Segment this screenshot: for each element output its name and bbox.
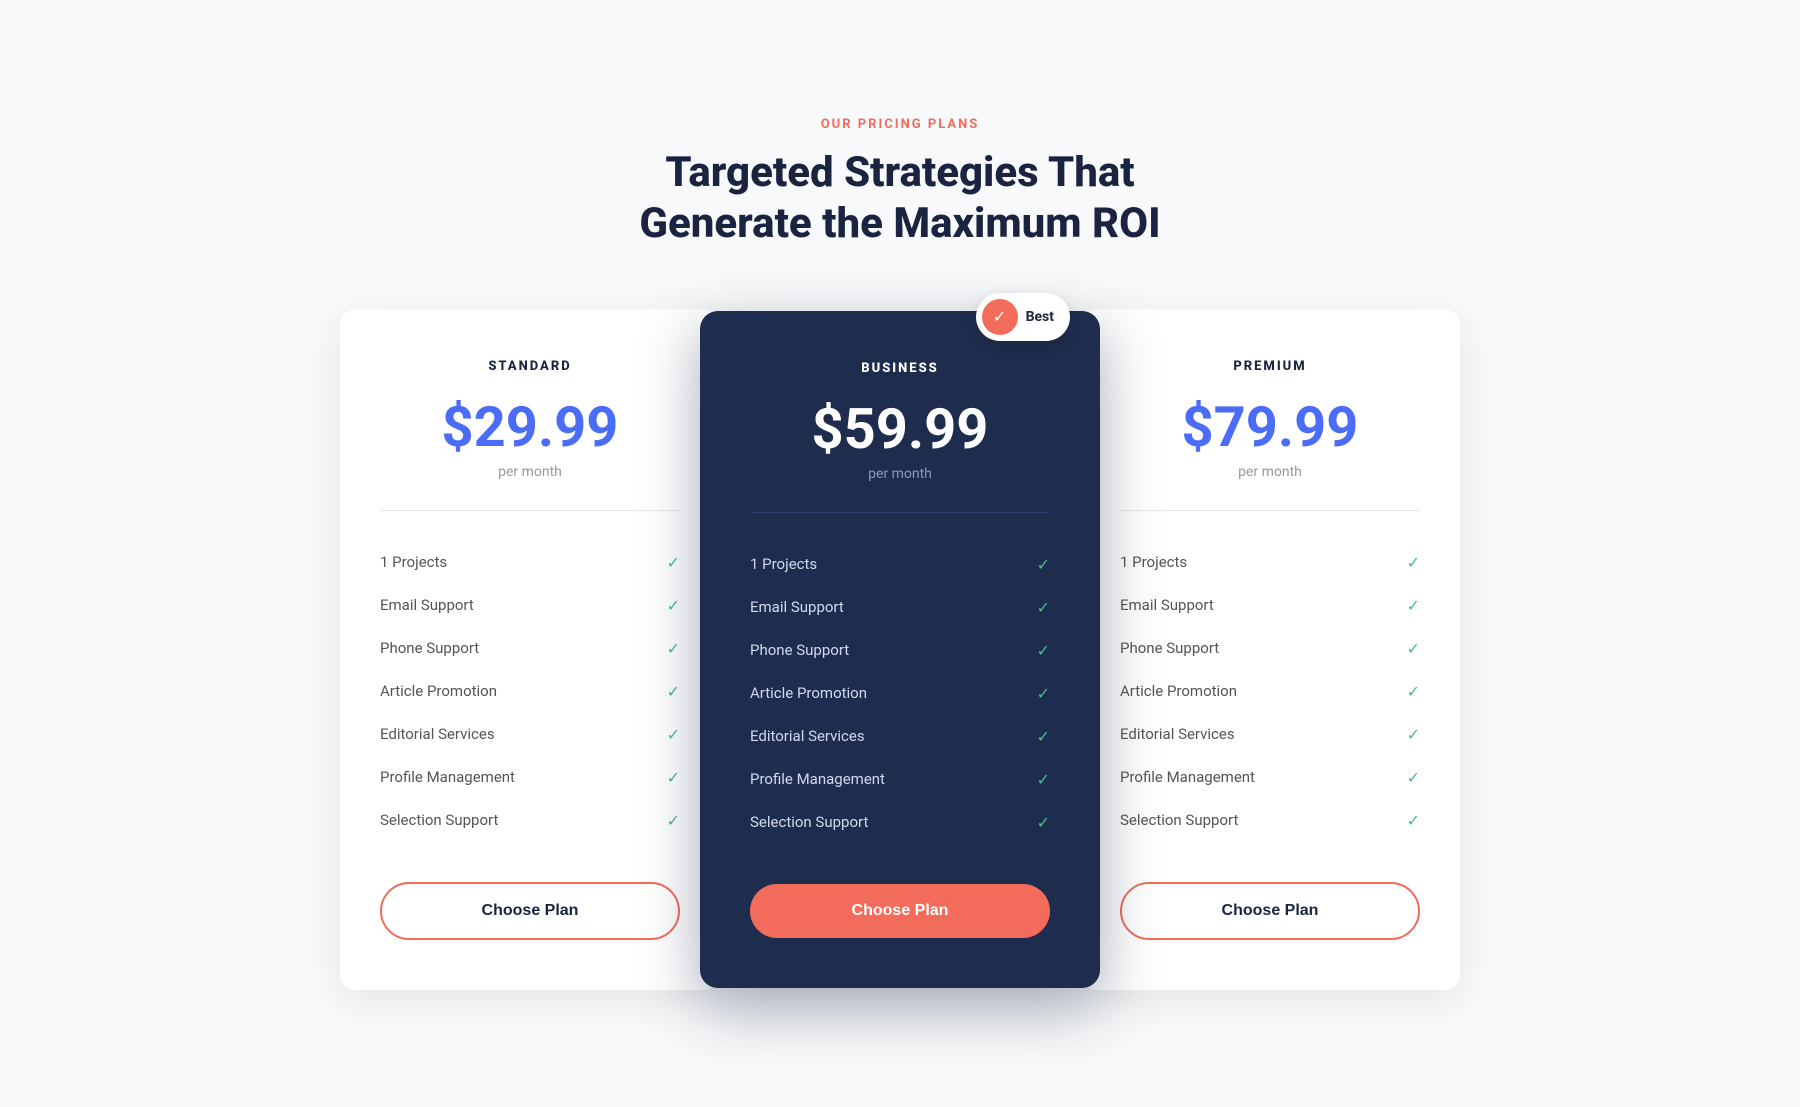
list-item: Profile Management ✓	[1120, 756, 1420, 799]
plan-premium-price: $79.99	[1120, 394, 1420, 460]
plan-business-price: $59.99	[750, 396, 1050, 462]
plan-business-features: 1 Projects ✓ Email Support ✓ Phone Suppo…	[750, 543, 1050, 844]
choose-plan-premium-button[interactable]: Choose Plan	[1120, 882, 1420, 940]
plan-standard-name: STANDARD	[380, 359, 680, 374]
list-item: Article Promotion ✓	[750, 672, 1050, 715]
header-subtitle: OUR PRICING PLANS	[639, 117, 1160, 132]
list-item: Article Promotion ✓	[1120, 670, 1420, 713]
plan-premium-period: per month	[1120, 464, 1420, 480]
check-icon: ✓	[1407, 682, 1420, 701]
list-item: Editorial Services ✓	[750, 715, 1050, 758]
plan-premium: PREMIUM $79.99 per month 1 Projects ✓ Em…	[1080, 309, 1460, 990]
check-icon: ✓	[1037, 727, 1050, 746]
plans-container: STANDARD $29.99 per month 1 Projects ✓ E…	[340, 309, 1460, 990]
list-item: Editorial Services ✓	[380, 713, 680, 756]
list-item: Selection Support ✓	[750, 801, 1050, 844]
check-icon: ✓	[667, 811, 680, 830]
check-icon: ✓	[667, 553, 680, 572]
check-icon: ✓	[667, 596, 680, 615]
list-item: Phone Support ✓	[750, 629, 1050, 672]
check-icon: ✓	[1037, 555, 1050, 574]
list-item: Selection Support ✓	[1120, 799, 1420, 842]
check-icon: ✓	[1407, 596, 1420, 615]
plan-premium-divider	[1120, 510, 1420, 511]
plan-business-divider	[750, 512, 1050, 513]
plan-standard-divider	[380, 510, 680, 511]
list-item: Editorial Services ✓	[1120, 713, 1420, 756]
check-icon: ✓	[1037, 813, 1050, 832]
list-item: Email Support ✓	[750, 586, 1050, 629]
list-item: 1 Projects ✓	[750, 543, 1050, 586]
check-icon: ✓	[1037, 598, 1050, 617]
check-icon: ✓	[667, 682, 680, 701]
best-badge-text: Best	[1026, 309, 1054, 325]
list-item: Selection Support ✓	[380, 799, 680, 842]
choose-plan-standard-button[interactable]: Choose Plan	[380, 882, 680, 940]
best-badge: ✓ Best	[976, 293, 1070, 341]
list-item: Email Support ✓	[1120, 584, 1420, 627]
check-icon: ✓	[667, 639, 680, 658]
page-header: OUR PRICING PLANS Targeted Strategies Th…	[639, 117, 1160, 249]
best-badge-icon: ✓	[982, 299, 1018, 335]
list-item: 1 Projects ✓	[380, 541, 680, 584]
check-icon: ✓	[1037, 641, 1050, 660]
plan-standard-features: 1 Projects ✓ Email Support ✓ Phone Suppo…	[380, 541, 680, 842]
plan-premium-name: PREMIUM	[1120, 359, 1420, 374]
header-title: Targeted Strategies That Generate the Ma…	[639, 148, 1160, 249]
list-item: Phone Support ✓	[380, 627, 680, 670]
plan-standard-price: $29.99	[380, 394, 680, 460]
choose-plan-business-button[interactable]: Choose Plan	[750, 884, 1050, 938]
plan-premium-features: 1 Projects ✓ Email Support ✓ Phone Suppo…	[1120, 541, 1420, 842]
list-item: Profile Management ✓	[750, 758, 1050, 801]
plan-standard-period: per month	[380, 464, 680, 480]
check-icon: ✓	[1407, 639, 1420, 658]
check-icon: ✓	[1407, 725, 1420, 744]
check-icon: ✓	[1407, 768, 1420, 787]
list-item: Profile Management ✓	[380, 756, 680, 799]
check-icon: ✓	[1037, 770, 1050, 789]
check-icon: ✓	[1407, 811, 1420, 830]
plan-business: ✓ Best BUSINESS $59.99 per month 1 Proje…	[700, 311, 1100, 988]
list-item: Article Promotion ✓	[380, 670, 680, 713]
list-item: Phone Support ✓	[1120, 627, 1420, 670]
list-item: 1 Projects ✓	[1120, 541, 1420, 584]
plan-standard: STANDARD $29.99 per month 1 Projects ✓ E…	[340, 309, 720, 990]
check-icon: ✓	[1037, 684, 1050, 703]
check-icon: ✓	[1407, 553, 1420, 572]
plan-business-period: per month	[750, 466, 1050, 482]
plan-business-name: BUSINESS	[750, 361, 1050, 376]
check-icon: ✓	[667, 725, 680, 744]
list-item: Email Support ✓	[380, 584, 680, 627]
check-icon: ✓	[667, 768, 680, 787]
